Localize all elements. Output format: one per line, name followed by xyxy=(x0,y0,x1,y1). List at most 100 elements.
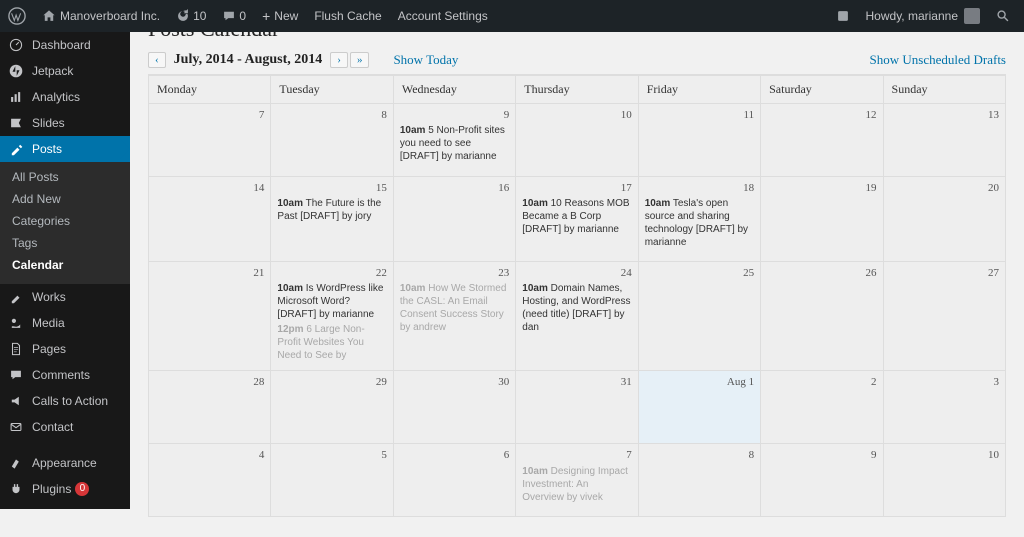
calendar-day-cell[interactable]: Aug 1 xyxy=(638,370,760,443)
calendar-day-cell[interactable]: 2310am How We Stormed the CASL: An Email… xyxy=(393,261,515,370)
calendar-day-cell[interactable]: 1510am The Future is the Past [DRAFT] by… xyxy=(270,176,392,261)
new-item[interactable]: + New xyxy=(254,0,306,32)
calendar-event[interactable]: 12pm 6 Large Non-Profit Websites You Nee… xyxy=(277,323,386,362)
calendar-day-cell[interactable]: 9 xyxy=(760,443,882,516)
day-number: 10 xyxy=(890,448,999,462)
calendar-day-cell[interactable]: 2 xyxy=(760,370,882,443)
calendar-grid: MondayTuesdayWednesdayThursdayFridaySatu… xyxy=(148,74,1006,517)
updates-item[interactable]: 10 xyxy=(168,0,214,32)
calendar-day-cell[interactable]: 30 xyxy=(393,370,515,443)
account-settings-item[interactable]: Account Settings xyxy=(390,0,496,32)
calendar-event[interactable]: 10am Is WordPress like Microsoft Word? [… xyxy=(277,282,386,321)
day-number: 6 xyxy=(400,448,509,462)
calendar-day-cell[interactable]: 14 xyxy=(149,176,270,261)
search-item[interactable] xyxy=(988,0,1018,32)
day-number: 9 xyxy=(767,448,876,462)
calendar-event[interactable]: 10am The Future is the Past [DRAFT] by j… xyxy=(277,197,386,223)
calendar-day-cell[interactable]: 10 xyxy=(883,443,1005,516)
next-range-button[interactable]: › xyxy=(330,52,348,68)
calendar-day-cell[interactable]: 4 xyxy=(149,443,270,516)
sidebar-item-works[interactable]: Works xyxy=(0,284,130,310)
calendar-day-cell[interactable]: 2210am Is WordPress like Microsoft Word?… xyxy=(270,261,392,370)
sidebar-item-analytics[interactable]: Analytics xyxy=(0,84,130,110)
day-number: Aug 1 xyxy=(645,375,754,389)
calendar-day-cell[interactable]: 27 xyxy=(883,261,1005,370)
sidebar-item-slides[interactable]: Slides xyxy=(0,110,130,136)
sidebar-item-contact[interactable]: Contact xyxy=(0,414,130,440)
sidebar-item-comments[interactable]: Comments xyxy=(0,362,130,388)
calendar-day-cell[interactable]: 8 xyxy=(270,103,392,176)
day-number: 25 xyxy=(645,266,754,280)
calendar-day-cell[interactable]: 28 xyxy=(149,370,270,443)
calendar-day-cell[interactable]: 910am 5 Non-Profit sites you need to see… xyxy=(393,103,515,176)
calendar-day-cell[interactable]: 1810am Tesla's open source and sharing t… xyxy=(638,176,760,261)
prev-range-button[interactable]: ‹ xyxy=(148,52,166,68)
sidebar-item-posts[interactable]: Posts xyxy=(0,136,130,162)
pages-icon xyxy=(8,342,24,356)
sidebar-item-label: Slides xyxy=(32,116,65,130)
calendar-day-cell[interactable]: 25 xyxy=(638,261,760,370)
calendar-event[interactable]: 10am Designing Impact Investment: An Ove… xyxy=(522,465,631,504)
calendar-day-cell[interactable]: 13 xyxy=(883,103,1005,176)
calendar-day-cell[interactable]: 31 xyxy=(515,370,637,443)
calendar-week-row: 282930 31 Aug 1 23 xyxy=(149,370,1005,443)
show-today-link[interactable]: Show Today xyxy=(393,52,458,68)
sidebar-subitem[interactable]: All Posts xyxy=(0,166,130,188)
sidebar-subitem[interactable]: Tags xyxy=(0,232,130,254)
event-time: 10am xyxy=(277,198,303,209)
sidebar-item-jetpack[interactable]: Jetpack xyxy=(0,58,130,84)
works-icon xyxy=(8,290,24,304)
calendar-day-cell[interactable]: 6 xyxy=(393,443,515,516)
calendar-day-cell[interactable]: 10 xyxy=(515,103,637,176)
day-number: 19 xyxy=(767,181,876,195)
sidebar-item-dashboard[interactable]: Dashboard xyxy=(0,32,130,58)
calendar-day-cell[interactable]: 20 xyxy=(883,176,1005,261)
day-number: 31 xyxy=(522,375,631,389)
sidebar-item-label: Jetpack xyxy=(32,64,73,78)
show-unscheduled-link[interactable]: Show Unscheduled Drafts xyxy=(870,52,1006,68)
calendar-day-cell[interactable]: 26 xyxy=(760,261,882,370)
wp-logo[interactable] xyxy=(0,0,34,32)
calendar-event[interactable]: 10am Tesla's open source and sharing tec… xyxy=(645,197,754,249)
calendar-day-cell[interactable]: 12 xyxy=(760,103,882,176)
flush-cache-item[interactable]: Flush Cache xyxy=(306,0,389,32)
sidebar-item-appearance[interactable]: Appearance xyxy=(0,450,130,476)
calendar-day-cell[interactable]: 16 xyxy=(393,176,515,261)
sidebar-item-pages[interactable]: Pages xyxy=(0,336,130,362)
howdy-item[interactable]: Howdy, marianne xyxy=(858,0,988,32)
calendar-day-cell[interactable]: 1710am 10 Reasons MOB Became a B Corp [D… xyxy=(515,176,637,261)
calendar-day-cell[interactable]: 11 xyxy=(638,103,760,176)
calendar-event[interactable]: 10am How We Stormed the CASL: An Email C… xyxy=(400,282,509,334)
forward-range-button[interactable]: » xyxy=(350,52,370,68)
day-number: 13 xyxy=(890,108,999,122)
notifications-item[interactable] xyxy=(828,0,858,32)
calendar-event[interactable]: 10am Domain Names, Hosting, and WordPres… xyxy=(522,282,631,334)
calendar-day-cell[interactable]: 710am Designing Impact Investment: An Ov… xyxy=(515,443,637,516)
calendar-day-cell[interactable]: 8 xyxy=(638,443,760,516)
sidebar-item-plugins[interactable]: Plugins0 xyxy=(0,476,130,502)
day-number: 12 xyxy=(767,108,876,122)
calendar-day-cell[interactable]: 2410am Domain Names, Hosting, and WordPr… xyxy=(515,261,637,370)
calendar-day-cell[interactable]: 3 xyxy=(883,370,1005,443)
calendar-day-cell[interactable]: 21 xyxy=(149,261,270,370)
sidebar-subitem[interactable]: Calendar xyxy=(0,254,130,276)
sidebar-item-users[interactable]: Users xyxy=(0,502,130,509)
site-name-item[interactable]: Manoverboard Inc. xyxy=(34,0,168,32)
calendar-day-cell[interactable]: 7 xyxy=(149,103,270,176)
sidebar-item-media[interactable]: Media xyxy=(0,310,130,336)
sidebar-subitem[interactable]: Categories xyxy=(0,210,130,232)
calendar-event[interactable]: 10am 10 Reasons MOB Became a B Corp [DRA… xyxy=(522,197,631,236)
calendar-day-cell[interactable]: 5 xyxy=(270,443,392,516)
comments-item[interactable]: 0 xyxy=(214,0,254,32)
calendar-event[interactable]: 10am 5 Non-Profit sites you need to see … xyxy=(400,124,509,163)
plugin-update-badge: 0 xyxy=(75,482,89,496)
day-number: 3 xyxy=(890,375,999,389)
calendar-day-cell[interactable]: 19 xyxy=(760,176,882,261)
updates-count: 10 xyxy=(193,9,206,23)
calendar-day-cell[interactable]: 29 xyxy=(270,370,392,443)
sidebar-item-calls_to_action[interactable]: Calls to Action xyxy=(0,388,130,414)
sidebar-subitem[interactable]: Add New xyxy=(0,188,130,210)
sidebar-item-label: Comments xyxy=(32,368,90,382)
event-time: 10am xyxy=(400,125,426,136)
sidebar-submenu-posts: All PostsAdd NewCategoriesTagsCalendar xyxy=(0,162,130,284)
